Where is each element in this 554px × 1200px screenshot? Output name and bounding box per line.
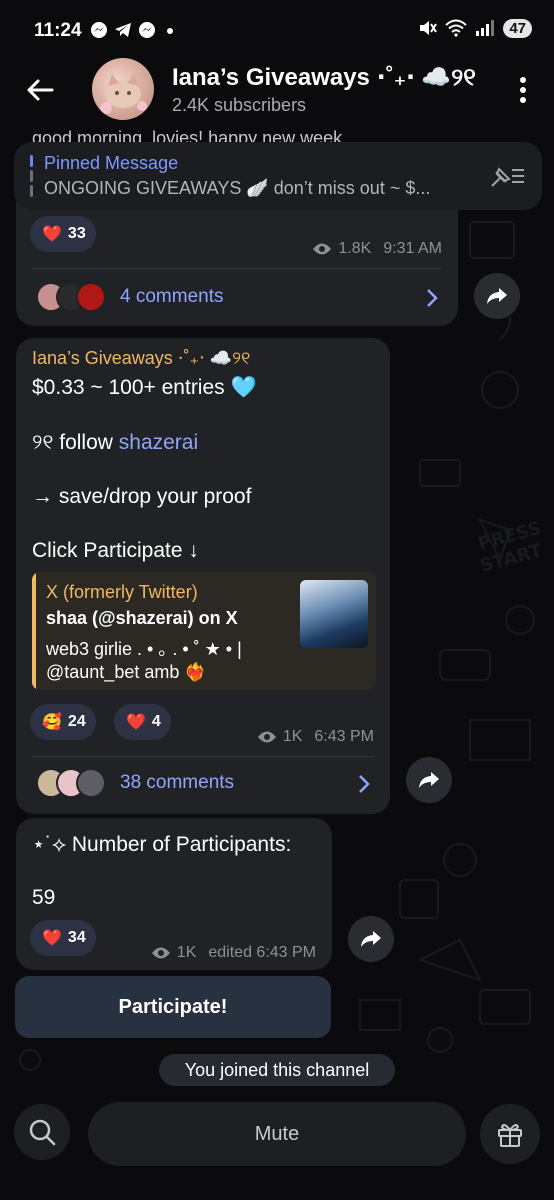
channel-title[interactable]: Iana’s Giveaways ⋅˚₊‧ ☁️୨୧ xyxy=(172,63,476,92)
status-time: 11:24 xyxy=(34,20,82,41)
eye-icon xyxy=(313,243,332,255)
comments-label[interactable]: 38 comments xyxy=(120,772,234,794)
message-text: → save/drop your proof xyxy=(32,485,252,508)
commenter-avatars xyxy=(36,768,106,798)
signal-icon xyxy=(476,20,495,36)
reaction-count: 33 xyxy=(67,225,86,242)
pinned-title: Pinned Message xyxy=(44,153,179,173)
message-text: $0.33 ~ 100+ entries 🩵 xyxy=(32,376,257,399)
commenter-avatars xyxy=(36,282,106,312)
reaction-emoji: ❤️ xyxy=(42,226,62,243)
battery-indicator: 47 xyxy=(503,18,532,38)
preview-accent-bar xyxy=(32,572,36,690)
telegram-icon xyxy=(115,23,131,37)
service-message: You joined this channel xyxy=(159,1054,395,1086)
search-icon xyxy=(29,1119,56,1146)
bottom-bar: Mute xyxy=(0,1100,554,1200)
reaction-count: 4 xyxy=(151,713,161,730)
eye-icon xyxy=(257,731,276,743)
comments-label[interactable]: 4 comments xyxy=(120,286,223,308)
subscriber-count: 2.4K subscribers xyxy=(172,95,307,115)
gift-icon xyxy=(498,1124,522,1147)
divider xyxy=(32,756,374,757)
share-arrow-icon xyxy=(419,772,439,788)
channel-avatar[interactable] xyxy=(92,58,154,120)
view-count: 1K xyxy=(176,944,197,961)
preview-description: @taunt_bet amb ❤️‍🔥 xyxy=(46,662,207,682)
more-options-icon[interactable] xyxy=(518,76,528,104)
message-meta: 1K edited 6:43 PM xyxy=(151,944,316,962)
notification-icons xyxy=(90,21,176,39)
reaction-chip[interactable]: ❤️ 34 xyxy=(30,920,96,956)
cat-icon xyxy=(100,74,147,114)
reaction-chip[interactable]: 🥰 24 xyxy=(30,704,96,740)
pinned-list-icon[interactable] xyxy=(490,164,526,188)
pinned-message-bar[interactable]: Pinned Message ONGOING GIVEAWAYS 🪽 don’t… xyxy=(14,142,542,210)
mention-link[interactable]: shazerai xyxy=(119,431,198,454)
reaction-emoji: 🥰 xyxy=(42,714,62,731)
reaction-count: 34 xyxy=(67,929,86,946)
message-time: 9:31 AM xyxy=(383,240,442,257)
wifi-icon xyxy=(445,19,467,37)
share-button[interactable] xyxy=(348,916,394,962)
preview-description: web3 girlie . • ｡ . • ˚ ★ • | xyxy=(46,639,242,659)
pinned-indicator xyxy=(30,155,33,197)
sender-name[interactable]: Iana’s Giveaways ⋅˚₊‧ ☁️୨୧ xyxy=(32,348,250,369)
reaction-emoji: ❤️ xyxy=(126,714,146,731)
avatar xyxy=(76,282,106,312)
dot-icon xyxy=(167,28,173,34)
comments-row[interactable]: 38 comments xyxy=(36,768,234,798)
message-bubble: ⋆˙⟡ Number of Participants: 59 ❤️ 34 1K … xyxy=(16,818,332,970)
message-bubble: Iana’s Giveaways ⋅˚₊‧ ☁️୨୧ $0.33 ~ 100+ … xyxy=(16,338,390,814)
preview-title: shaa (@shazerai) on X xyxy=(46,608,238,628)
chevron-right-icon[interactable] xyxy=(426,288,438,308)
avatar xyxy=(76,768,106,798)
messenger-icon xyxy=(91,22,107,38)
eye-icon xyxy=(151,947,170,959)
reaction-chip[interactable]: ❤️ 33 xyxy=(30,216,96,252)
participate-button[interactable]: Participate! xyxy=(15,976,331,1038)
reaction-emoji: ❤️ xyxy=(42,930,62,947)
message-bubble: ❤️ 33 1.8K 9:31 AM 4 comments xyxy=(16,196,458,326)
preview-thumbnail xyxy=(300,580,368,648)
share-arrow-icon xyxy=(487,288,507,304)
message-meta: 1.8K 9:31 AM xyxy=(312,240,442,258)
message-text-prefix: ୨୧ follow xyxy=(32,431,119,454)
message-meta: 1K 6:43 PM xyxy=(257,728,374,746)
gift-button[interactable] xyxy=(480,1104,540,1164)
mute-icon xyxy=(420,21,438,35)
share-arrow-icon xyxy=(361,931,381,947)
comments-row[interactable]: 4 comments xyxy=(36,282,223,312)
view-count: 1K xyxy=(282,728,303,745)
status-bar: 11:24 47 xyxy=(0,0,554,62)
search-button[interactable] xyxy=(14,1104,70,1160)
divider xyxy=(32,268,442,269)
reaction-chip[interactable]: ❤️ 4 xyxy=(114,704,171,740)
mute-button[interactable]: Mute xyxy=(88,1102,466,1166)
participant-count: 59 xyxy=(32,886,56,909)
view-count: 1.8K xyxy=(338,240,372,257)
message-time: edited 6:43 PM xyxy=(208,944,316,961)
message-text: ⋆˙⟡ Number of Participants: xyxy=(32,833,292,856)
message-text: Click Participate ↓ xyxy=(32,539,199,562)
share-button[interactable] xyxy=(474,273,520,319)
chat-header: Iana’s Giveaways ⋅˚₊‧ ☁️୨୧ 2.4K subscrib… xyxy=(0,58,554,128)
message-peek-text: good morning, lovies! happy new week xyxy=(32,128,343,142)
reaction-count: 24 xyxy=(67,713,86,730)
message-time: 6:43 PM xyxy=(314,728,374,745)
back-arrow-icon[interactable] xyxy=(26,78,54,102)
chevron-right-icon[interactable] xyxy=(358,774,370,794)
preview-site-name: X (formerly Twitter) xyxy=(46,582,198,602)
messenger-icon xyxy=(139,22,155,38)
message-text: ୨୧ follow shazerai xyxy=(32,431,198,455)
system-icons: 47 xyxy=(417,18,532,38)
link-preview-card[interactable]: X (formerly Twitter) shaa (@shazerai) on… xyxy=(32,572,376,690)
pinned-preview: ONGOING GIVEAWAYS 🪽 don’t miss out ~ $..… xyxy=(44,178,431,198)
share-button[interactable] xyxy=(406,757,452,803)
